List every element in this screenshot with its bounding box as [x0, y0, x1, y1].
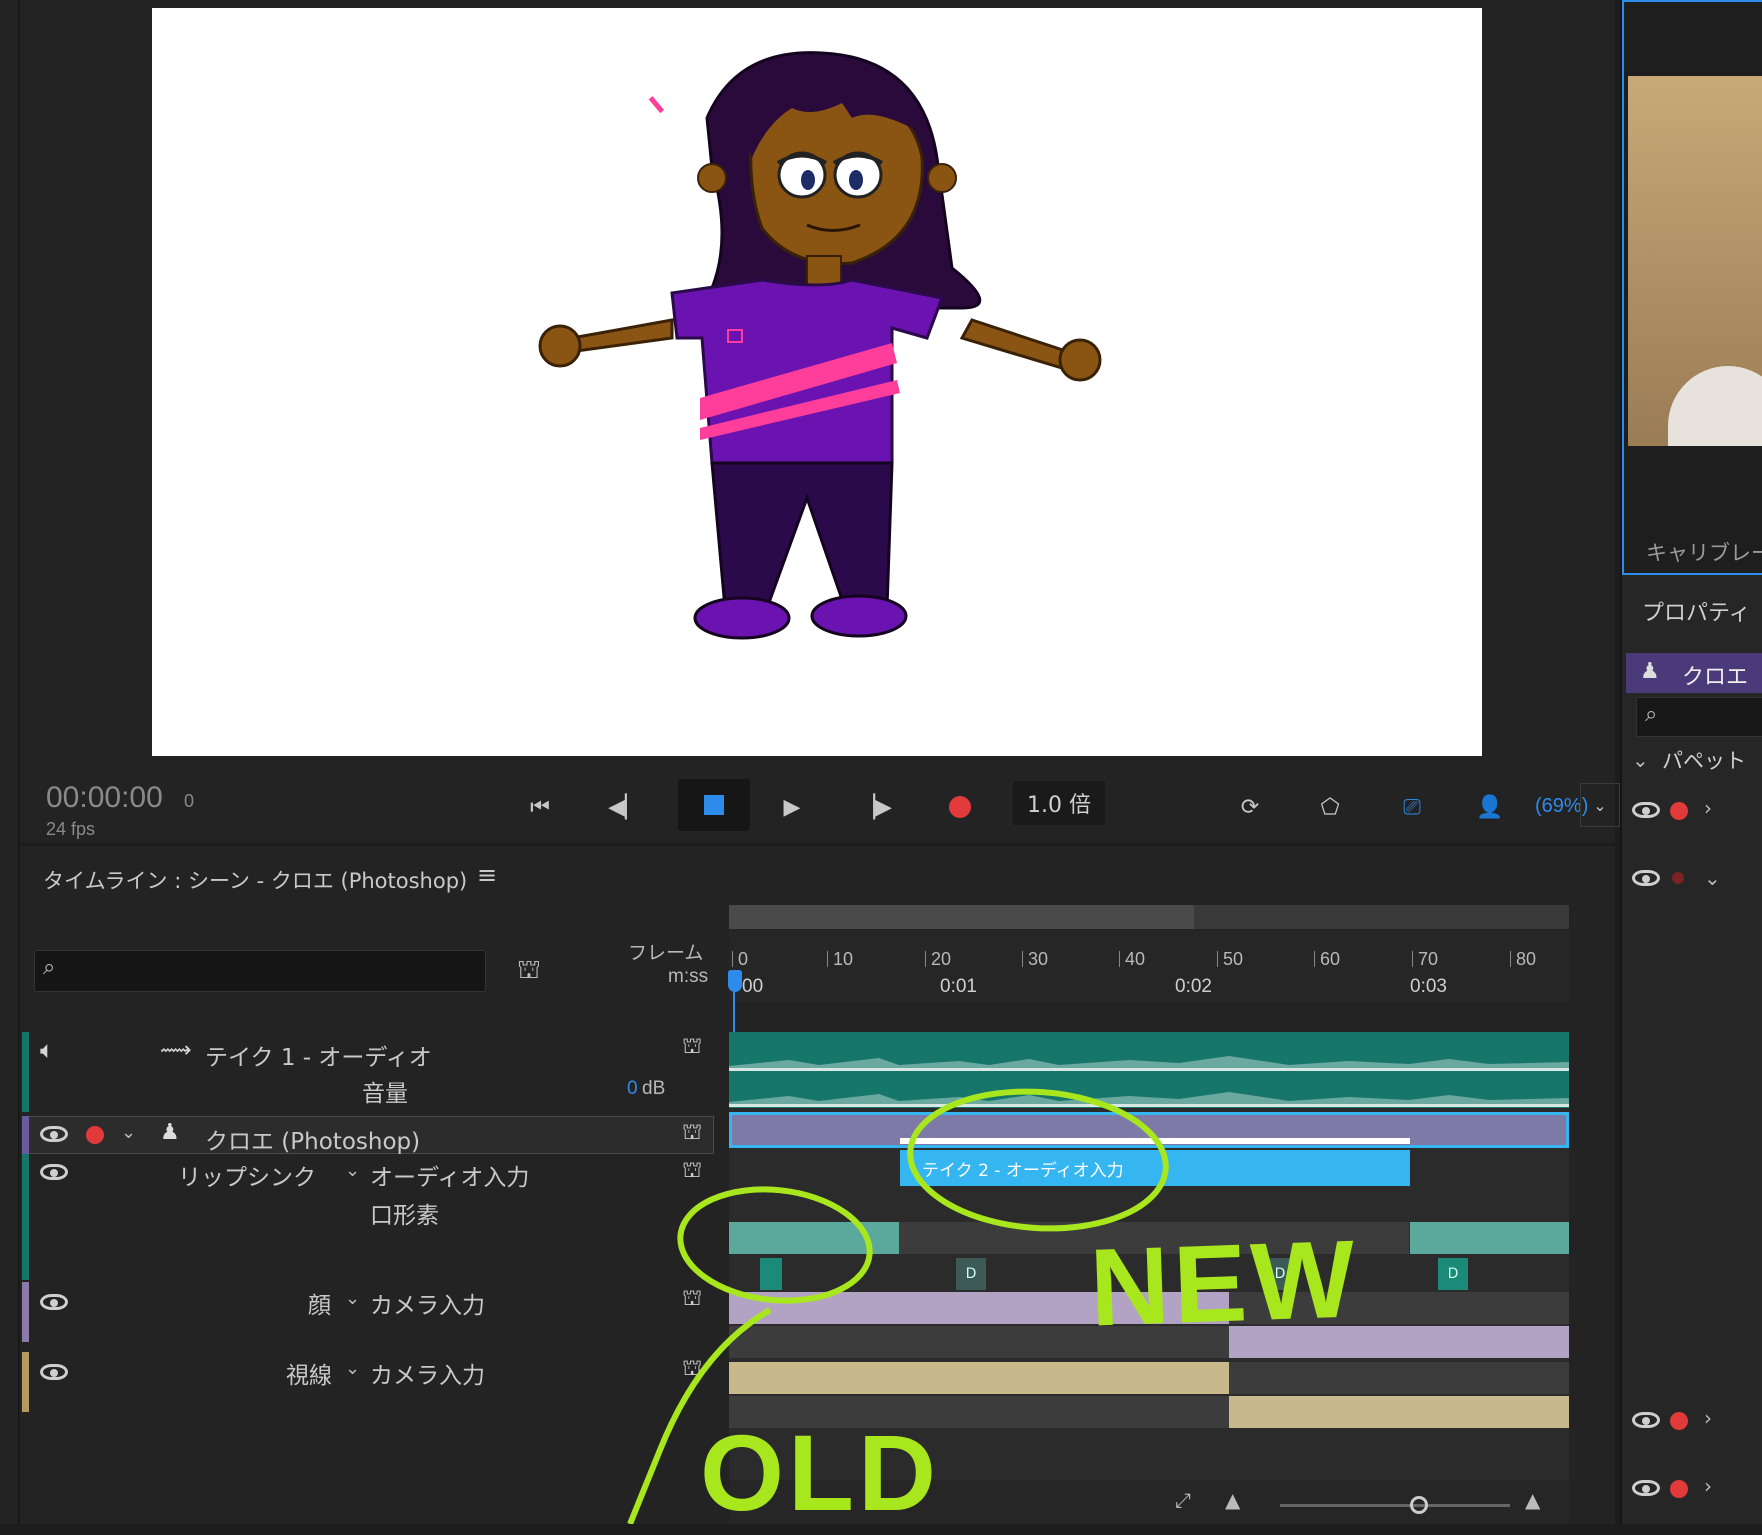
calibrate-label[interactable]: キャリブレー — [1646, 537, 1762, 567]
search-icon: ⌕ — [1645, 702, 1658, 727]
properties-title: プロパティ — [1642, 601, 1751, 626]
chevron-right-icon[interactable]: › — [1704, 1406, 1712, 1430]
eye-icon[interactable] — [1632, 1412, 1660, 1428]
chevron-down-icon[interactable]: ⌄ — [1632, 748, 1649, 772]
properties-search[interactable]: ⌕ — [1636, 697, 1762, 737]
chevron-right-icon[interactable]: › — [1704, 796, 1712, 820]
annotation-overlay — [627, 1088, 1169, 1524]
right-panel: キャリブレー プロパティ ♟ クロエ ⌕ ⌄ パペット › ⌄ › › — [1620, 0, 1762, 1524]
record-arm-icon[interactable] — [1670, 802, 1688, 820]
group-label[interactable]: パペット — [1662, 745, 1746, 775]
chevron-down-icon[interactable]: ⌄ — [1704, 866, 1721, 890]
chevron-right-icon[interactable]: › — [1704, 1474, 1712, 1498]
puppet-name: クロエ — [1682, 665, 1749, 690]
camera-panel: キャリブレー — [1622, 0, 1762, 575]
annotation-new: NEW — [1087, 1217, 1361, 1350]
puppet-header[interactable]: ♟ クロエ — [1626, 653, 1762, 693]
eye-icon[interactable] — [1632, 870, 1660, 886]
puppet-icon: ♟ — [1640, 659, 1660, 684]
eye-icon[interactable] — [1632, 802, 1660, 818]
annotation-circle-old — [677, 1186, 873, 1304]
record-arm-icon[interactable] — [1670, 1480, 1688, 1498]
record-arm-icon[interactable] — [1670, 1412, 1688, 1430]
person-shoulder — [1668, 366, 1762, 446]
eye-icon[interactable] — [1632, 1480, 1660, 1496]
annotation-old: OLD — [700, 1412, 940, 1533]
record-arm-icon[interactable] — [1672, 872, 1684, 884]
annotation-circle-new — [907, 1088, 1169, 1232]
camera-feed — [1628, 76, 1762, 446]
